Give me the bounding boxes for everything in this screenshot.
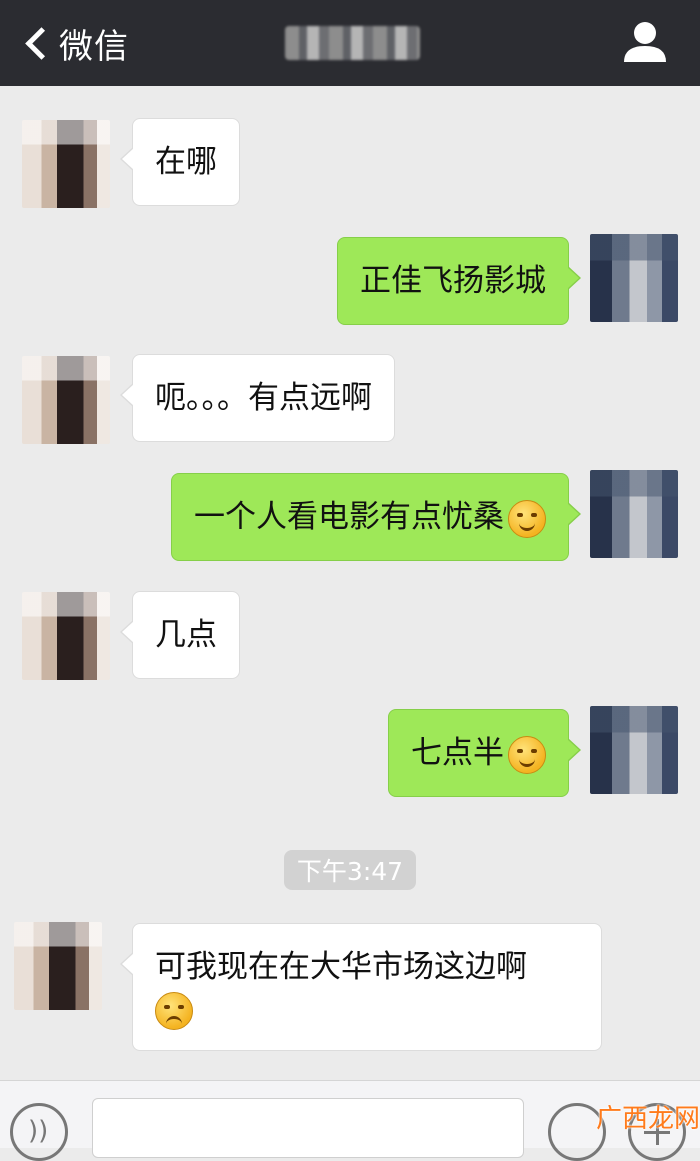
message-text: 呃。。。有点远啊	[155, 380, 372, 416]
back-button[interactable]: 微信	[20, 18, 129, 68]
back-label: 微信	[59, 26, 129, 67]
received-message[interactable]: 可我现在在大华市场这边啊	[120, 923, 602, 1051]
received-message[interactable]: 在哪	[120, 118, 240, 206]
sent-message[interactable]: 七点半	[388, 709, 581, 797]
message-text: 在哪	[155, 144, 217, 180]
sad-emoji	[155, 991, 193, 1030]
message-text: 七点半	[411, 735, 504, 771]
sent-message[interactable]: 正佳飞扬影城	[337, 237, 581, 325]
received-message[interactable]: 呃。。。有点远啊	[120, 354, 395, 442]
person-icon[interactable]	[618, 16, 672, 70]
my-avatar[interactable]	[590, 234, 678, 322]
voice-icon[interactable]: ))	[10, 1103, 68, 1161]
message-text: 可我现在在大华市场这边啊	[155, 949, 527, 985]
received-message[interactable]: 几点	[120, 591, 240, 679]
message-text: 正佳飞扬影城	[360, 263, 546, 299]
contact-avatar[interactable]	[22, 356, 110, 444]
message-text: 一个人看电影有点忧桑	[194, 499, 504, 535]
message-text: 几点	[155, 617, 217, 653]
chat-title	[285, 26, 420, 60]
sweat-laugh-emoji	[508, 499, 546, 538]
message-input[interactable]	[92, 1098, 524, 1158]
smirk-emoji	[508, 735, 546, 774]
my-avatar[interactable]	[590, 706, 678, 794]
chat-header: 微信	[0, 0, 700, 86]
contact-avatar[interactable]	[14, 922, 102, 1010]
contact-avatar[interactable]	[22, 592, 110, 680]
contact-avatar[interactable]	[22, 120, 110, 208]
site-watermark: 广西龙网	[596, 1098, 700, 1135]
input-bar: ))	[0, 1080, 700, 1161]
sent-message[interactable]: 一个人看电影有点忧桑	[171, 473, 581, 561]
message-timestamp: 下午3:47	[284, 850, 416, 890]
message-list[interactable]: 在哪 正佳飞扬影城 呃。。。有点远啊 一个人看电影有点忧桑 几点 七点半 下午3…	[0, 86, 700, 1080]
my-avatar[interactable]	[590, 470, 678, 558]
chevron-left-icon	[25, 26, 58, 60]
watermark-text: 广西龙网	[596, 1104, 700, 1134]
